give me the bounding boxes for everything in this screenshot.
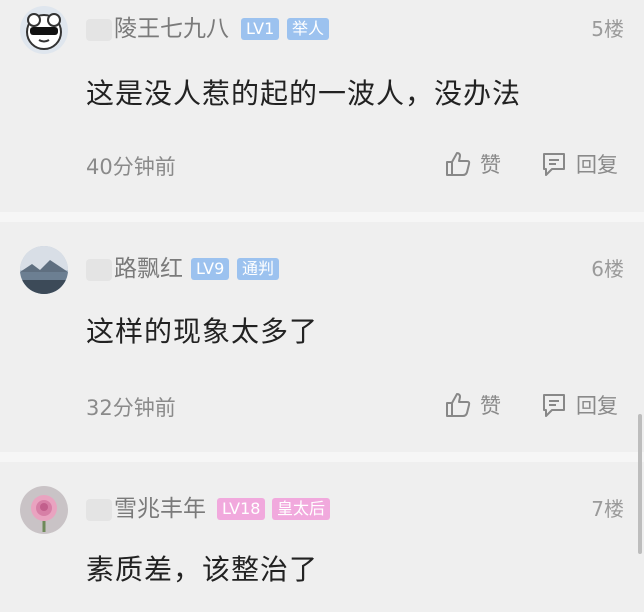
username-text: 雪兆丰年 xyxy=(114,496,206,522)
landscape-photo-avatar-icon xyxy=(20,246,68,294)
like-label: 赞 xyxy=(480,394,501,418)
comment-text: 这样的现象太多了 xyxy=(86,315,319,348)
avatar[interactable] xyxy=(20,486,68,534)
reply-button[interactable]: 回复 xyxy=(540,389,618,421)
title-badge: 举人 xyxy=(287,18,330,40)
floor-number: 7楼 xyxy=(591,497,624,521)
timestamp: 32分钟前 xyxy=(86,396,176,420)
avatar[interactable] xyxy=(20,6,68,54)
like-button[interactable]: 赞 xyxy=(444,148,501,180)
floor-number: 5楼 xyxy=(591,17,624,41)
floor-number: 6楼 xyxy=(591,257,624,281)
cartoon-sunglasses-avatar-icon xyxy=(20,6,68,54)
redacted-name-prefix xyxy=(86,18,112,41)
thumbs-up-icon xyxy=(446,393,471,417)
level-badge: LV9 xyxy=(191,258,230,280)
username[interactable]: 雪兆丰年 xyxy=(86,494,206,524)
avatar[interactable] xyxy=(20,246,68,294)
level-badge: LV18 xyxy=(217,498,266,520)
like-button[interactable]: 赞 xyxy=(444,389,501,421)
username-text: 陵王七九八 xyxy=(114,16,229,42)
redacted-name-prefix xyxy=(86,258,112,281)
username[interactable]: 陵王七九八 xyxy=(86,14,229,44)
username-text: 路飘红 xyxy=(114,256,183,282)
timestamp: 40分钟前 xyxy=(86,155,176,179)
comment-bubble-icon xyxy=(543,153,565,176)
divider xyxy=(0,452,644,462)
scrollbar[interactable] xyxy=(638,414,642,554)
title-badge: 皇太后 xyxy=(272,498,331,520)
reply-button[interactable]: 回复 xyxy=(540,148,618,180)
divider xyxy=(0,212,644,222)
comment-text: 这是没人惹的起的一波人，没办法 xyxy=(86,77,522,110)
thumbs-up-icon xyxy=(446,152,471,176)
username[interactable]: 路飘红 xyxy=(86,254,183,284)
reply-label: 回复 xyxy=(576,394,618,418)
like-label: 赞 xyxy=(480,153,501,177)
comment-text: 素质差，该整治了 xyxy=(86,553,319,586)
pink-rose-avatar-icon xyxy=(20,486,68,534)
reply-label: 回复 xyxy=(576,153,618,177)
redacted-name-prefix xyxy=(86,498,112,521)
level-badge: LV1 xyxy=(241,18,280,40)
comment-bubble-icon xyxy=(543,394,565,417)
title-badge: 通判 xyxy=(237,258,280,280)
